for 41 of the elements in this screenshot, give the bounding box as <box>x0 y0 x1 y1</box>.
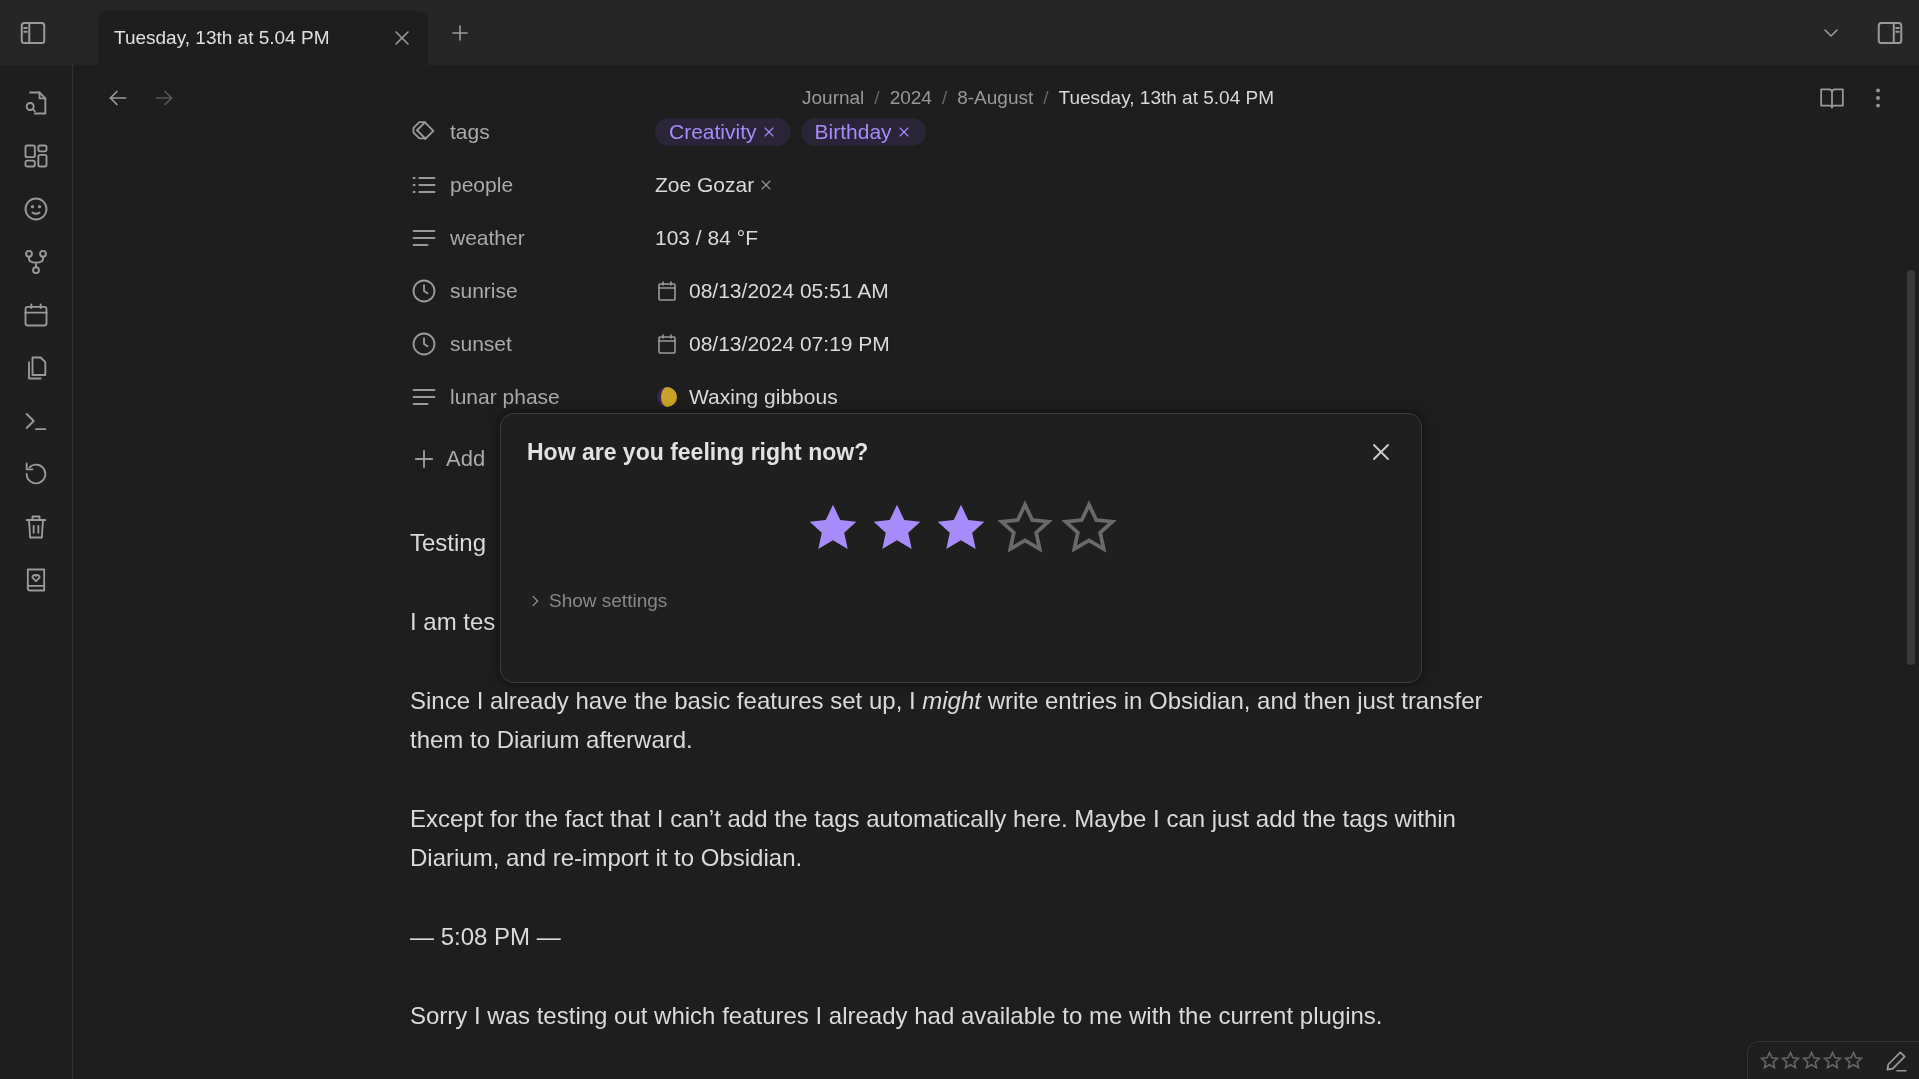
tag-pill[interactable]: Birthday <box>800 117 926 146</box>
empty-star-icon[interactable] <box>1802 1051 1821 1070</box>
breadcrumb-separator: / <box>1043 87 1049 109</box>
calendar-icon[interactable] <box>655 331 679 356</box>
scrollbar[interactable] <box>1907 270 1915 665</box>
empty-star-icon[interactable] <box>1844 1051 1863 1070</box>
list-item[interactable]: Zoe Gozar <box>655 172 775 197</box>
property-name[interactable]: tags <box>450 119 490 144</box>
moon-icon <box>655 384 679 409</box>
empty-star-icon[interactable] <box>1823 1051 1842 1070</box>
add-property-button[interactable]: Add <box>410 423 490 495</box>
property-value[interactable]: 103 / 84 °F <box>655 225 758 250</box>
breadcrumb-item[interactable]: Tuesday, 13th at 5.04 PM <box>1058 87 1274 109</box>
show-settings-toggle[interactable]: Show settings <box>527 590 687 612</box>
property-name[interactable]: sunset <box>450 331 512 356</box>
paragraph: — 5:08 PM — <box>410 922 561 952</box>
breadcrumb-item[interactable]: 8-August <box>957 87 1034 109</box>
breadcrumb-separator: / <box>941 87 948 109</box>
empty-star-icon[interactable] <box>1760 1051 1779 1070</box>
breadcrumb-separator: / <box>874 87 880 109</box>
datetime-value[interactable]: 08/13/2024 07:19 PM <box>689 331 890 356</box>
breadcrumb-item[interactable]: Journal <box>802 87 865 109</box>
property-name[interactable]: lunar phase <box>450 384 560 409</box>
paragraph: Testing <box>410 528 487 558</box>
tab[interactable]: Tuesday, 13th at 5.04 PM <box>98 11 428 65</box>
paragraph: Sorry I was testing out which features I already had available to me with the current plugins. <box>410 1001 1383 1031</box>
property-value[interactable]: Waxing gibbous <box>689 384 838 409</box>
paragraph: Except for the fact that I can’t add the tags automatically here. Maybe I can just add the tags within Diarium, and re-import it to Obsidian. <box>410 804 1457 873</box>
breadcrumb-item[interactable]: 2024 <box>889 87 932 109</box>
property-name[interactable]: sunrise <box>450 278 518 303</box>
property-name[interactable]: weather <box>450 225 525 250</box>
paragraph: Since I already have the basic features set up, I might write entries in Obsidian, and then just transfer them to Diarium afterward. <box>410 686 1484 755</box>
branch-icon[interactable] <box>22 247 50 277</box>
datetime-value[interactable]: 08/13/2024 05:51 AM <box>689 278 889 303</box>
paragraph: I am tes <box>410 607 496 637</box>
empty-star-icon[interactable] <box>1781 1051 1800 1070</box>
tag-pill[interactable]: Creativity <box>655 117 791 146</box>
calendar-icon[interactable] <box>655 278 679 303</box>
property-name[interactable]: people <box>450 172 514 197</box>
dialog-title: How are you feeling right now? <box>527 438 869 466</box>
book-open-icon[interactable] <box>1819 85 1845 111</box>
